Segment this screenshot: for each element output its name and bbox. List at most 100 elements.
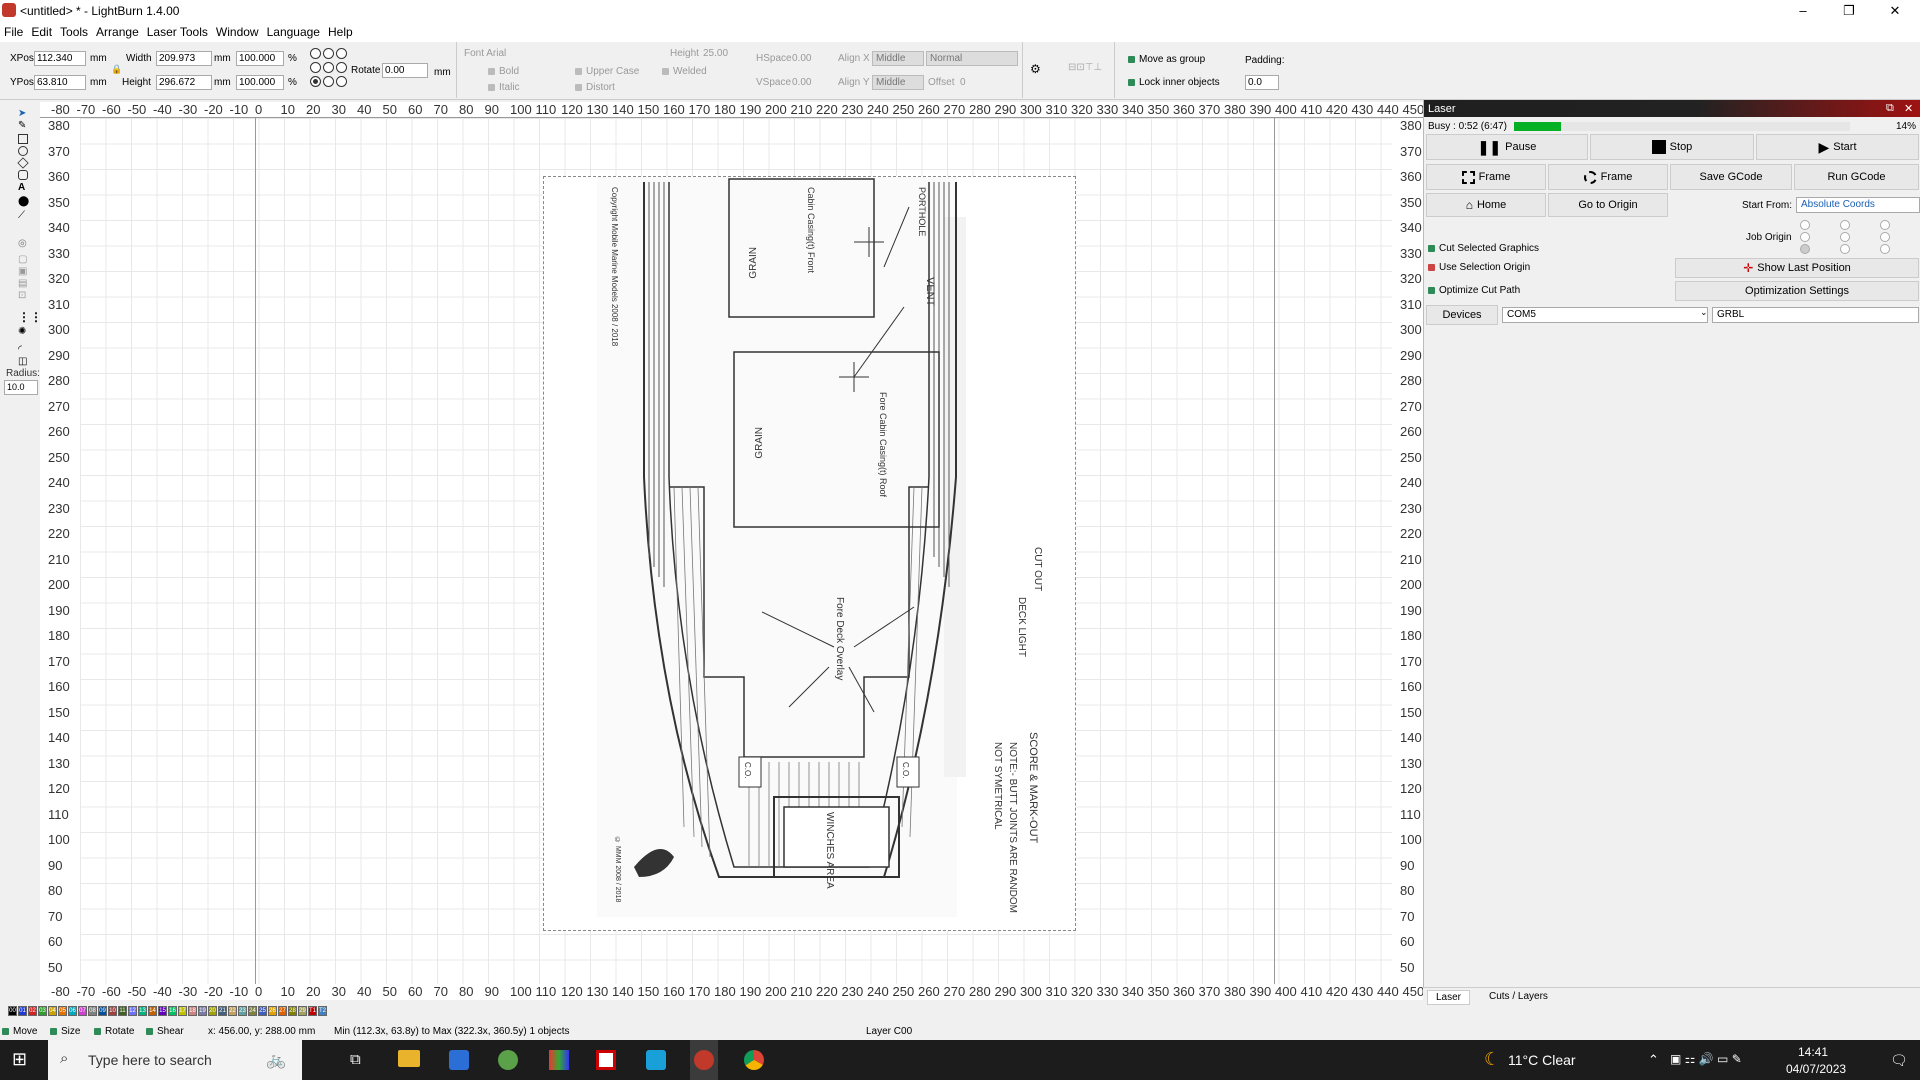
- layer-color-swatch[interactable]: 24: [248, 1006, 257, 1016]
- select-tool-icon[interactable]: ➤: [18, 108, 26, 119]
- weather-text[interactable]: 11°C Clear: [1508, 1052, 1576, 1068]
- move-as-group-checkbox[interactable]: Move as group: [1128, 54, 1205, 65]
- save-gcode-button[interactable]: Save GCode: [1670, 164, 1792, 190]
- origin-tr-radio[interactable]: [1880, 220, 1890, 230]
- tray-chevron-icon[interactable]: ⌃: [1648, 1052, 1659, 1068]
- xpos-input[interactable]: 112.340: [34, 51, 86, 66]
- layer-color-swatch[interactable]: 05: [58, 1006, 67, 1016]
- notification-icon[interactable]: 🗨: [1890, 1052, 1908, 1069]
- undock-icon[interactable]: ⧉: [1886, 102, 1894, 115]
- optimization-settings-button[interactable]: Optimization Settings: [1675, 281, 1919, 301]
- layer-color-swatch[interactable]: 28: [288, 1006, 297, 1016]
- anchor-tc-radio[interactable]: [323, 48, 334, 59]
- boolean-tool-icon[interactable]: ◎: [18, 238, 27, 249]
- menu-window[interactable]: Window: [212, 22, 263, 42]
- layer-color-swatch[interactable]: 19: [198, 1006, 207, 1016]
- layer-color-swatch[interactable]: T2: [318, 1006, 327, 1016]
- align-tools-icon[interactable]: ⊟⊡⊤⊥: [1068, 62, 1102, 73]
- anchor-mr-radio[interactable]: [336, 62, 347, 73]
- app-icon-2[interactable]: [549, 1050, 569, 1070]
- clock-time[interactable]: 14:41: [1798, 1045, 1828, 1059]
- grid-array-icon[interactable]: ⋮⋮: [18, 310, 42, 324]
- task-view-icon[interactable]: ⧉: [350, 1051, 361, 1068]
- menu-tools[interactable]: Tools: [56, 22, 92, 42]
- menu-help[interactable]: Help: [324, 22, 357, 42]
- app-icon[interactable]: [498, 1050, 518, 1070]
- scanned-image[interactable]: Copyright Mobile Marine Models 2008 / 20…: [543, 176, 1076, 931]
- font-height-value[interactable]: 25.00: [703, 48, 728, 59]
- polygon-tool-icon[interactable]: [17, 157, 29, 169]
- layer-color-swatch[interactable]: 08: [88, 1006, 97, 1016]
- frame-rect-button[interactable]: Frame: [1426, 164, 1546, 190]
- upper-case-checkbox[interactable]: Upper Case: [575, 66, 639, 77]
- anchor-bl-radio[interactable]: [310, 76, 321, 87]
- rotate-input[interactable]: 0.00: [382, 63, 428, 78]
- layer-color-swatch[interactable]: 26: [268, 1006, 277, 1016]
- lock-inner-checkbox[interactable]: Lock inner objects: [1128, 77, 1220, 88]
- measure-tool-icon[interactable]: ⟋: [18, 210, 25, 221]
- font-selector[interactable]: Font Arial: [464, 48, 506, 59]
- layer-color-swatch[interactable]: 04: [48, 1006, 57, 1016]
- layer-color-swatch[interactable]: 14: [148, 1006, 157, 1016]
- optimize-cut-path-checkbox[interactable]: Optimize Cut Path: [1428, 285, 1520, 296]
- rectangle-tool-icon[interactable]: [18, 134, 28, 144]
- pen-tool-icon[interactable]: [18, 170, 28, 180]
- origin-bc-radio[interactable]: [1840, 244, 1850, 254]
- position-laser-icon[interactable]: ⬤: [18, 196, 29, 207]
- origin-tc-radio[interactable]: [1840, 220, 1850, 230]
- close-button[interactable]: ✕: [1872, 2, 1918, 20]
- anchor-ml-radio[interactable]: [310, 62, 321, 73]
- offset-value[interactable]: 0: [960, 77, 966, 88]
- layer-color-swatch[interactable]: 17: [178, 1006, 187, 1016]
- anchor-tr-radio[interactable]: [336, 48, 347, 59]
- taskbar-search-box[interactable]: ⌕ Type here to search 🚲: [48, 1040, 302, 1080]
- file-explorer-icon[interactable]: [398, 1050, 420, 1067]
- lock-ratio-icon[interactable]: 🔒: [111, 64, 122, 75]
- hspace-value[interactable]: 0.00: [792, 53, 811, 64]
- layer-color-swatch[interactable]: 29: [298, 1006, 307, 1016]
- use-selection-origin-checkbox[interactable]: Use Selection Origin: [1428, 262, 1530, 273]
- origin-mc-radio[interactable]: [1840, 232, 1850, 242]
- fillet-tool-icon[interactable]: ◫: [18, 356, 27, 367]
- pause-button[interactable]: ❚❚ Pause: [1426, 134, 1588, 160]
- corner-tool-icon[interactable]: ◜: [18, 344, 22, 355]
- start-button[interactable]: ▶ Start: [1756, 134, 1919, 160]
- controller-select[interactable]: GRBL: [1712, 307, 1919, 323]
- layer-color-swatch[interactable]: 25: [258, 1006, 267, 1016]
- padding-input[interactable]: 0.0: [1245, 75, 1279, 90]
- menu-arrange[interactable]: Arrange: [92, 22, 143, 42]
- origin-mr-radio[interactable]: [1880, 232, 1890, 242]
- rotate-toggle[interactable]: Rotate: [94, 1026, 134, 1037]
- menu-file[interactable]: File: [0, 22, 27, 42]
- origin-br-radio[interactable]: [1880, 244, 1890, 254]
- run-gcode-button[interactable]: Run GCode: [1794, 164, 1919, 190]
- menu-laser-tools[interactable]: Laser Tools: [143, 22, 212, 42]
- stop-button[interactable]: Stop: [1590, 134, 1754, 160]
- aligny-select[interactable]: Middle: [872, 75, 924, 90]
- layer-color-swatch[interactable]: 18: [188, 1006, 197, 1016]
- layer-color-swatch[interactable]: 12: [128, 1006, 137, 1016]
- scale-x-input[interactable]: 100.000: [236, 51, 284, 66]
- text-tool-icon[interactable]: A: [18, 182, 25, 193]
- minimize-button[interactable]: –: [1780, 2, 1826, 20]
- home-button[interactable]: ⌂ Home: [1426, 193, 1546, 217]
- radius-input[interactable]: 10.0: [4, 380, 38, 395]
- layer-color-swatch[interactable]: 16: [168, 1006, 177, 1016]
- restore-button[interactable]: ❐: [1826, 2, 1872, 20]
- devices-button[interactable]: Devices: [1426, 305, 1498, 325]
- layer-color-swatch[interactable]: 03: [38, 1006, 47, 1016]
- subtract-tool-icon[interactable]: ▣: [18, 266, 27, 277]
- layer-color-swatch[interactable]: 07: [78, 1006, 87, 1016]
- welded-checkbox[interactable]: Welded: [662, 66, 707, 77]
- anchor-mc-radio[interactable]: [323, 62, 334, 73]
- chrome-icon[interactable]: [744, 1050, 764, 1070]
- anchor-bc-radio[interactable]: [323, 76, 334, 87]
- layer-color-swatch[interactable]: 01: [18, 1006, 27, 1016]
- go-to-origin-button[interactable]: Go to Origin: [1548, 193, 1668, 217]
- app-icon-3[interactable]: [596, 1050, 616, 1070]
- layer-color-swatch[interactable]: 22: [228, 1006, 237, 1016]
- show-last-position-button[interactable]: ✛ Show Last Position: [1675, 258, 1919, 278]
- size-toggle[interactable]: Size: [50, 1026, 80, 1037]
- port-select[interactable]: COM5: [1502, 307, 1708, 323]
- menu-language[interactable]: Language: [263, 22, 324, 42]
